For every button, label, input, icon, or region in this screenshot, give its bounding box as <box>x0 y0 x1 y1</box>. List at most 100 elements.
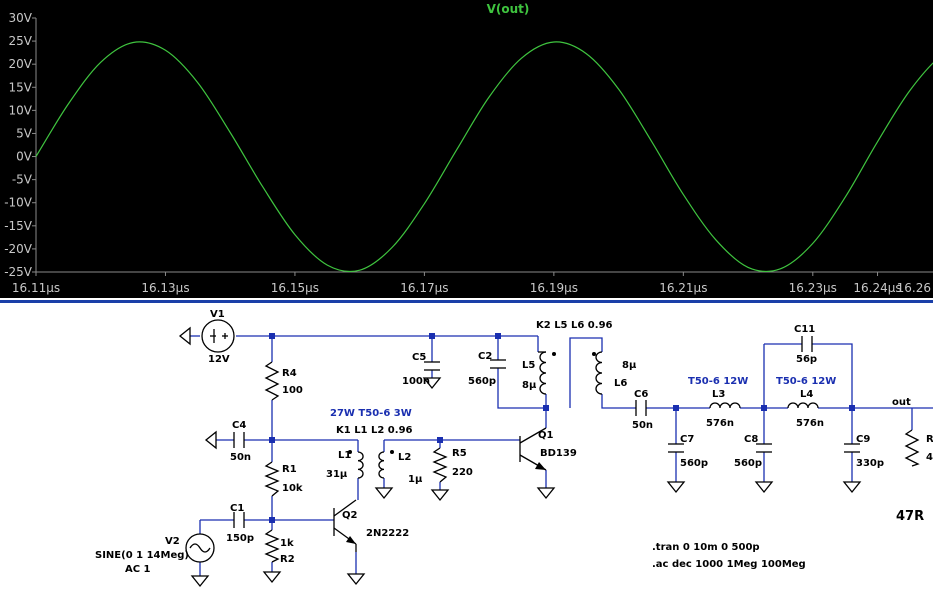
value-fragment: 4 <box>926 452 933 463</box>
value: 100 <box>282 385 303 396</box>
inductor-coil-icon <box>539 351 547 395</box>
value: 50n <box>230 452 251 463</box>
label: C2 <box>478 351 492 362</box>
resistor-load[interactable]: R 4 <box>904 429 933 467</box>
transformer-k1[interactable]: 27W T50-6 3W K1 L1 L2 0.96 L1 31µ L2 1µ <box>326 408 423 485</box>
voltage-source-v1[interactable]: V1 12V <box>178 309 235 365</box>
pane-divider[interactable] <box>0 298 933 306</box>
inductor-coil-icon <box>787 402 819 409</box>
l5-value: 8µ <box>522 380 537 391</box>
capacitor-c6[interactable]: C6 50n <box>632 389 653 431</box>
transistor-q1[interactable]: Q1 BD139 <box>519 427 577 471</box>
ground-icon <box>374 487 394 500</box>
value: 560p <box>680 458 708 469</box>
coupling-label: K2 L5 L6 0.96 <box>536 320 613 331</box>
core-label: T50-6 12W <box>776 376 836 387</box>
resistor-zigzag-icon <box>264 361 280 401</box>
resistor-r2[interactable]: 1k R2 <box>264 529 295 565</box>
y-tick-label: -20V <box>4 242 33 256</box>
label: V2 <box>165 536 180 547</box>
value: 576n <box>706 418 734 429</box>
value: 12V <box>208 354 230 365</box>
y-tick-label: 20V <box>9 57 33 71</box>
core-label: 27W T50-6 3W <box>330 408 412 419</box>
capacitor-c8[interactable]: C8 560p <box>734 434 772 469</box>
x-tick-label: 16.11µs <box>12 281 60 295</box>
l2-label: L2 <box>398 452 411 463</box>
transformer-k2[interactable]: K2 L5 L6 0.96 L5 8µ 8µ L6 <box>522 320 637 395</box>
label: C11 <box>794 324 815 335</box>
x-tick-label: 16.23µs <box>789 281 837 295</box>
value: 56p <box>796 354 817 365</box>
x-tick-label: 16.15µs <box>271 281 319 295</box>
port-arrow-icon <box>178 326 191 346</box>
y-tick-label: -15V <box>4 219 33 233</box>
resistor-r4[interactable]: R4 100 <box>264 361 303 401</box>
junction-dot <box>543 405 549 411</box>
wire <box>601 394 636 409</box>
inductor-l4[interactable]: T50-6 12W L4 576n <box>776 376 836 429</box>
dot-icon <box>592 352 596 356</box>
x-ticks: 16.11µs 16.13µs 16.15µs 16.17µs 16.19µs 16.21… <box>12 272 931 295</box>
label: R5 <box>452 448 467 459</box>
resistor-r5[interactable]: R5 220 <box>432 447 473 483</box>
pane-divider-bar <box>0 300 933 303</box>
resistor-zigzag-icon <box>432 447 448 483</box>
value: 220 <box>452 467 473 478</box>
capacitor-c1[interactable]: C1 150p <box>226 503 254 544</box>
port-arrow-icon <box>204 430 217 450</box>
value: 50n <box>632 420 653 431</box>
capacitor-c7[interactable]: C7 560p <box>668 434 708 469</box>
x-tick-label: 16.17µs <box>400 281 448 295</box>
y-tick-label: 30V <box>9 11 33 25</box>
schematic-canvas[interactable]: V1 12V R4 100 C4 50n R1 10k C1 150p V2 S… <box>0 306 933 592</box>
capacitor-c9[interactable]: C9 330p <box>844 434 884 469</box>
source-circle-icon <box>201 319 235 353</box>
waveform-plot-pane[interactable]: V(out) 30V 25V 20V 15V 10V 5V 0V -5V -10V -15V -20… <box>0 0 933 298</box>
load-note: 47R <box>896 509 924 524</box>
inductor-l3[interactable]: T50-6 12W L3 576n <box>688 376 748 429</box>
label: C7 <box>680 434 694 445</box>
x-tick-label: 16.13µs <box>141 281 189 295</box>
label: R2 <box>280 554 295 565</box>
resistor-zigzag-icon <box>264 529 280 563</box>
trace-title[interactable]: V(out) <box>487 2 530 16</box>
capacitor-c2[interactable]: C2 560p <box>468 351 506 387</box>
junction-dot <box>269 333 275 339</box>
waveform-plot[interactable]: V(out) 30V 25V 20V 15V 10V 5V 0V -5V -10V -15V -20… <box>0 0 933 298</box>
x-tick-label: 16.24µs <box>853 281 901 295</box>
value: 1k <box>280 538 294 549</box>
label: L4 <box>800 389 813 400</box>
dot-icon <box>390 450 394 454</box>
value: BD139 <box>540 448 577 459</box>
spice-directive-ac[interactable]: .ac dec 1000 1Meg 100Meg <box>652 559 806 570</box>
x-tick-label: 16.26 <box>897 281 931 295</box>
label: R4 <box>282 368 297 379</box>
emitter-arrow-icon <box>535 462 546 470</box>
voltage-source-v2[interactable]: V2 SINE(0 1 14Meg) AC 1 <box>95 533 215 575</box>
label-fragment: R <box>926 434 933 445</box>
resistor-zigzag-icon <box>904 429 920 467</box>
dot-icon <box>552 352 556 356</box>
ground-icon <box>842 481 862 494</box>
schematic-pane[interactable]: V1 12V R4 100 C4 50n R1 10k C1 150p V2 S… <box>0 306 933 592</box>
coupling-label: K1 L1 L2 0.96 <box>336 425 413 436</box>
value: 150p <box>226 533 254 544</box>
ground-icon <box>536 487 556 500</box>
core-label: T50-6 12W <box>688 376 748 387</box>
l5-label: L5 <box>522 360 535 371</box>
capacitor-c4[interactable]: C4 50n <box>204 420 251 463</box>
label: R1 <box>282 464 297 475</box>
wire <box>569 337 603 408</box>
y-tick-label: 5V <box>16 126 33 140</box>
resistor-r1[interactable]: R1 10k <box>264 461 303 497</box>
capacitor-c5[interactable]: C5 100n <box>402 352 440 387</box>
value: SINE(0 1 14Meg) <box>95 550 189 561</box>
label: C5 <box>412 352 426 363</box>
y-tick-label: -10V <box>4 196 33 210</box>
y-tick-label: 10V <box>9 103 33 117</box>
spice-directive-tran[interactable]: .tran 0 10m 0 500p <box>652 542 760 553</box>
y-ticks: 30V 25V 20V 15V 10V 5V 0V -5V -10V -15V -20V -25V <box>4 11 36 279</box>
transistor-q2[interactable]: Q2 2N2222 <box>333 499 409 552</box>
ground-icon <box>190 575 210 588</box>
